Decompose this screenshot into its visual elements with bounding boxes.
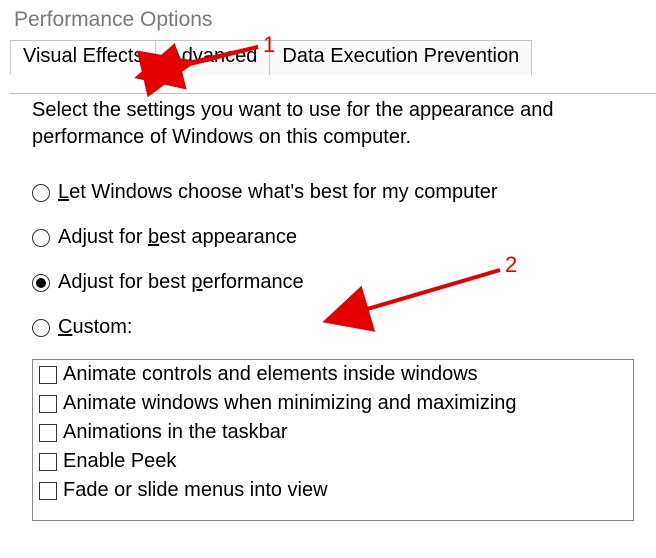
radio-icon — [32, 184, 50, 202]
list-item[interactable]: Animations in the taskbar — [33, 418, 633, 447]
radio-let-windows-choose[interactable]: Let Windows choose what's best for my co… — [32, 179, 634, 206]
radio-best-appearance[interactable]: Adjust for best appearance — [32, 224, 634, 251]
radio-label: Custom: — [58, 314, 132, 341]
radio-icon — [32, 274, 50, 292]
checkbox-icon[interactable] — [39, 366, 57, 384]
radio-label: Let Windows choose what's best for my co… — [58, 179, 498, 206]
list-item[interactable]: Fade or slide menus into view — [33, 476, 633, 505]
radio-label: Adjust for best performance — [58, 269, 304, 296]
radio-best-performance[interactable]: Adjust for best performance — [32, 269, 634, 296]
annotation-number-1: 1 — [263, 32, 275, 58]
radio-custom[interactable]: Custom: — [32, 314, 634, 341]
tab-visual-effects[interactable]: Visual Effects — [10, 40, 156, 75]
checkbox-icon[interactable] — [39, 395, 57, 413]
effects-list[interactable]: Animate controls and elements inside win… — [32, 359, 634, 521]
list-item[interactable]: Animate windows when minimizing and maxi… — [33, 389, 633, 418]
tab-advanced[interactable]: Advanced — [155, 40, 270, 75]
list-item-label: Fade or slide menus into view — [63, 477, 328, 504]
list-item[interactable]: Animate controls and elements inside win… — [33, 360, 633, 389]
radio-icon — [32, 319, 50, 337]
tab-strip: Visual Effects Advanced Data Execution P… — [10, 40, 646, 75]
checkbox-icon[interactable] — [39, 424, 57, 442]
intro-text: Select the settings you want to use for … — [32, 97, 592, 151]
tab-dep[interactable]: Data Execution Prevention — [269, 40, 532, 75]
list-item-label: Animations in the taskbar — [63, 419, 288, 446]
radio-icon — [32, 229, 50, 247]
panel-visual-effects: Select the settings you want to use for … — [0, 75, 656, 521]
checkbox-icon[interactable] — [39, 453, 57, 471]
tab-divider — [10, 93, 656, 94]
list-item-label: Animate windows when minimizing and maxi… — [63, 390, 517, 417]
checkbox-icon[interactable] — [39, 482, 57, 500]
list-item-label: Animate controls and elements inside win… — [63, 361, 478, 388]
list-item-label: Enable Peek — [63, 448, 176, 475]
annotation-number-2: 2 — [505, 252, 517, 278]
window-title: Performance Options — [0, 0, 656, 38]
list-item[interactable]: Enable Peek — [33, 447, 633, 476]
radio-label: Adjust for best appearance — [58, 224, 297, 251]
